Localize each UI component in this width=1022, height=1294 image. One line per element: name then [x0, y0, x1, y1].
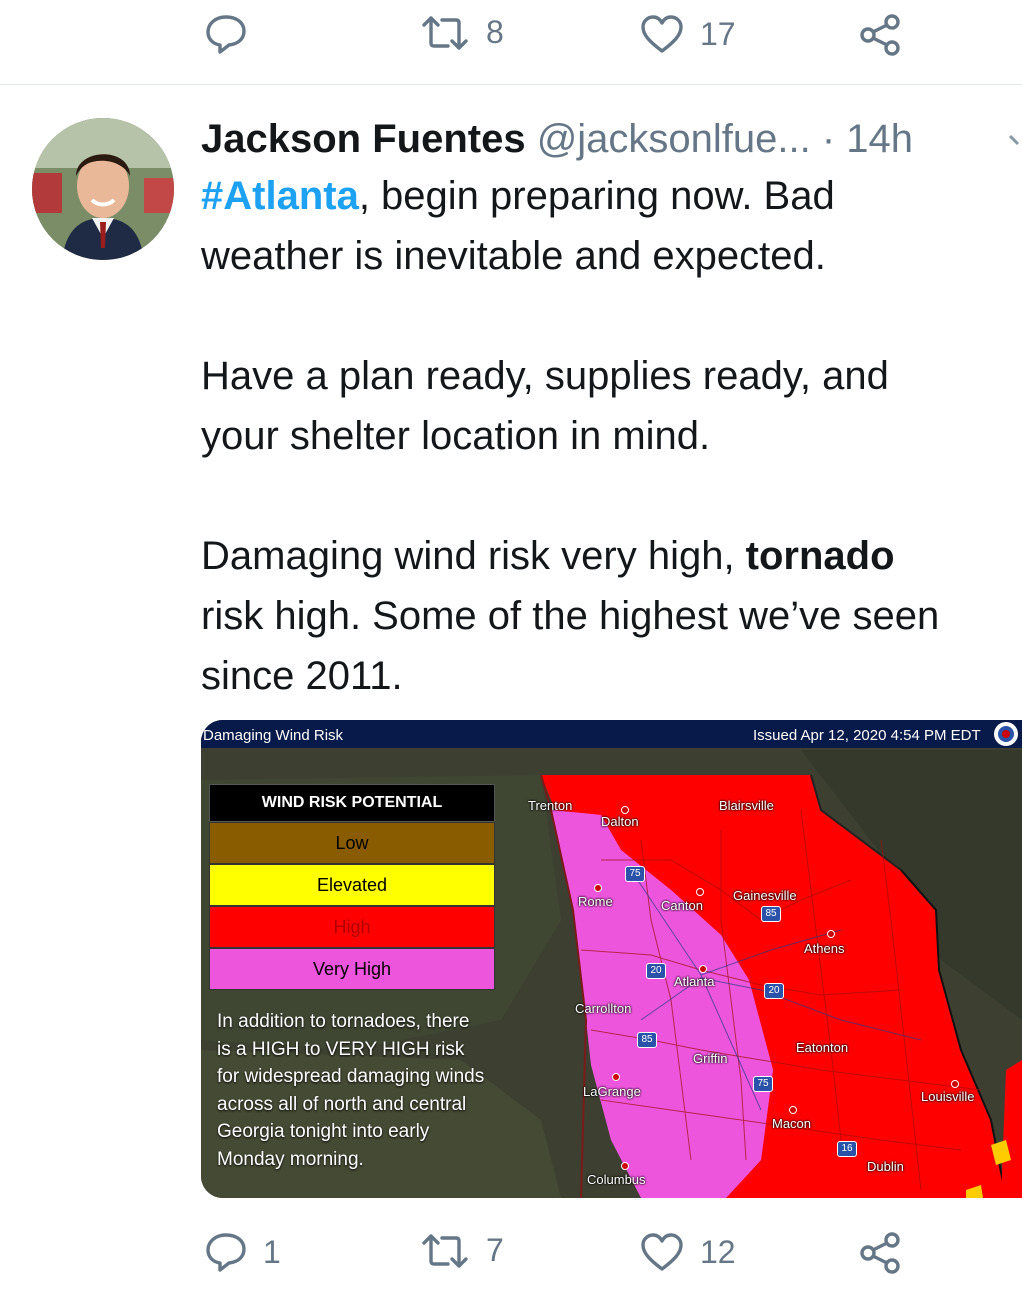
tweet-header: Jackson Fuentes @jacksonlfue... · 14h: [201, 112, 1022, 166]
map-note-line: Georgia tonight into early: [217, 1121, 430, 1142]
map-legend: WIND RISK POTENTIAL Low Elevated High Ve…: [209, 784, 495, 990]
city-label: Dublin: [867, 1159, 904, 1174]
tweet-line: your shelter location in mind.: [201, 414, 711, 458]
highway-shield: 85: [761, 906, 781, 922]
highway-shield: 75: [625, 866, 645, 882]
share-icon: [860, 14, 900, 56]
highway-shield: 16: [837, 1141, 857, 1157]
heart-icon: [641, 15, 683, 53]
legend-low: Low: [209, 822, 495, 864]
bold-text: tornado: [745, 534, 895, 578]
map-title-bar: Damaging Wind Risk Issued Apr 12, 2020 4…: [201, 720, 1022, 748]
city-label: Columbus: [587, 1172, 646, 1187]
legend-elevated: Elevated: [209, 864, 495, 906]
share-icon: [860, 1232, 900, 1274]
reply-icon: [206, 1233, 246, 1272]
retweet-count: 7: [486, 1232, 504, 1268]
retweet-count: 8: [486, 14, 504, 50]
highway-shield: 85: [637, 1032, 657, 1048]
nws-seal-icon: [994, 722, 1018, 746]
tweet-actions: 1 7 12: [0, 1220, 1022, 1280]
legend-title: WIND RISK POTENTIAL: [209, 784, 495, 822]
map-note-line: for widespread damaging winds: [217, 1066, 485, 1087]
tweet-line: since 2011.: [201, 654, 403, 698]
city-label: LaGrange: [583, 1084, 641, 1099]
legend-very-high: Very High: [209, 948, 495, 990]
retweet-icon: [422, 1233, 468, 1268]
tweet-line: #Atlanta, begin preparing now. Bad: [201, 166, 1022, 226]
city-label: Athens: [804, 941, 845, 956]
retweet-button[interactable]: 7: [420, 1232, 504, 1269]
highway-shield: 20: [764, 983, 784, 999]
city-marker: [789, 1106, 797, 1114]
retweet-icon: [422, 15, 468, 50]
tweet-text-segment: , begin preparing now. Bad: [358, 174, 835, 218]
like-button[interactable]: 12: [640, 1232, 736, 1272]
map-issued-date: Issued Apr 12, 2020 4:54 PM EDT: [753, 727, 981, 744]
tweet-media-map[interactable]: Damaging Wind Risk Issued Apr 12, 2020 4…: [201, 720, 1022, 1198]
like-count: 12: [700, 1233, 736, 1270]
share-button[interactable]: [858, 1232, 904, 1274]
city-label: Eatonton: [796, 1040, 849, 1055]
author-handle-time[interactable]: @jacksonlfue... · 14h: [526, 117, 913, 161]
city-marker: [696, 888, 704, 896]
city-label: Dalton: [601, 814, 639, 829]
retweet-button[interactable]: 8: [420, 14, 504, 51]
reply-button[interactable]: [205, 14, 263, 54]
reply-icon: [206, 15, 246, 54]
city-label: Gainesville: [733, 888, 797, 903]
like-button[interactable]: 17: [640, 14, 736, 54]
legend-high: High: [209, 906, 495, 948]
city-marker: [621, 806, 629, 814]
city-label: Griffin: [693, 1051, 728, 1066]
reply-count: 1: [263, 1233, 281, 1270]
city-label: Canton: [661, 898, 703, 913]
city-marker: [612, 1073, 620, 1081]
city-marker: [621, 1162, 629, 1170]
city-label: Atlanta: [674, 974, 715, 989]
tweet-divider: [0, 84, 1022, 85]
city-marker: [699, 965, 707, 973]
map-note: In addition to tornadoes, there is a HIG…: [217, 1008, 547, 1173]
share-button[interactable]: [858, 14, 904, 56]
avatar[interactable]: [32, 118, 174, 260]
city-label: Trenton: [528, 798, 573, 813]
reply-button[interactable]: 1: [205, 1232, 281, 1272]
tweet-text: #Atlanta, begin preparing now. Bad weath…: [201, 166, 1022, 706]
author-name[interactable]: Jackson Fuentes: [201, 117, 526, 161]
tweet-line: weather is inevitable and expected.: [201, 234, 826, 278]
highway-shield: 20: [646, 963, 666, 979]
tweet-line: risk high. Some of the highest we’ve see…: [201, 594, 940, 638]
previous-tweet-actions: 8 17: [0, 2, 1022, 62]
chevron-down-icon[interactable]: [1008, 130, 1022, 150]
hashtag-link[interactable]: #Atlanta: [201, 174, 359, 218]
city-label: Louisville: [921, 1089, 975, 1104]
tweet-text-segment: Damaging wind risk very high,: [201, 534, 746, 578]
map-note-line: across all of north and central: [217, 1093, 467, 1115]
heart-icon: [641, 1233, 683, 1271]
map-note-line: is a HIGH to VERY HIGH risk: [217, 1038, 465, 1060]
city-marker: [827, 930, 835, 938]
highway-shield: 75: [753, 1076, 773, 1092]
city-label: Carrollton: [575, 1001, 632, 1016]
city-label: Macon: [772, 1116, 812, 1131]
city-label: Rome: [578, 894, 613, 909]
avatar-image: [32, 118, 174, 260]
map-title: Damaging Wind Risk: [203, 727, 344, 744]
like-count: 17: [700, 15, 736, 52]
map-note-line: In addition to tornadoes, there: [217, 1011, 470, 1032]
map-note-line: Monday morning.: [217, 1148, 364, 1170]
city-marker: [594, 884, 602, 892]
city-marker: [951, 1080, 959, 1088]
city-label: Blairsville: [719, 798, 774, 813]
tweet-line: Damaging wind risk very high, tornado: [201, 526, 1022, 586]
tweet-line: Have a plan ready, supplies ready, and: [201, 354, 889, 398]
